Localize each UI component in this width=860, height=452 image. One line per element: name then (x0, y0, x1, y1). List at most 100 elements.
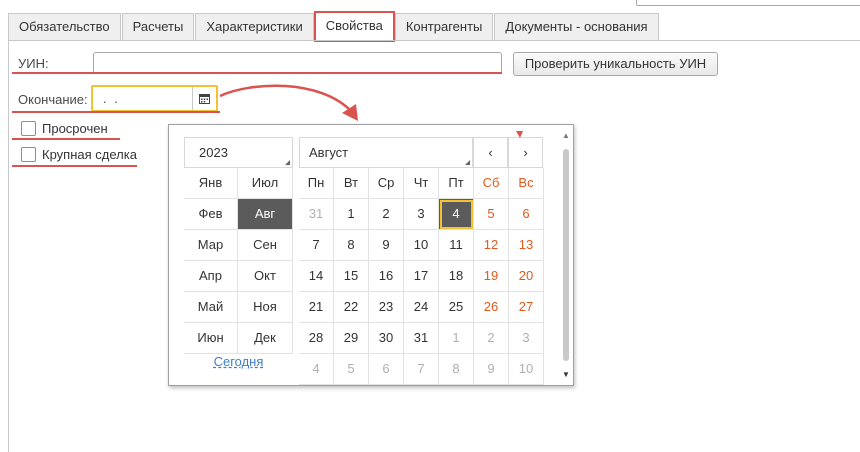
day-cell[interactable]: 2 (369, 199, 404, 230)
month-cell[interactable]: Окт (238, 261, 293, 292)
weekday-header: Вс (509, 168, 544, 199)
tab-panel-left-border (8, 40, 9, 452)
day-cell[interactable]: 21 (299, 292, 334, 323)
day-cell[interactable]: 5 (334, 354, 369, 385)
month-value: Август (309, 145, 349, 160)
weekday-header: Пт (439, 168, 474, 199)
day-cell[interactable]: 31 (299, 199, 334, 230)
big-deal-checkbox[interactable] (21, 147, 36, 162)
day-cell[interactable]: 4 (299, 354, 334, 385)
month-cell[interactable]: Фев (184, 199, 238, 230)
weekday-header: Пн (299, 168, 334, 199)
day-cell[interactable]: 8 (439, 354, 474, 385)
day-cell[interactable]: 9 (474, 354, 509, 385)
weekday-header: Сб (474, 168, 509, 199)
day-cell[interactable]: 5 (474, 199, 509, 230)
day-cell[interactable]: 19 (474, 261, 509, 292)
weekday-header: Чт (404, 168, 439, 199)
end-date-value: . . (103, 91, 120, 106)
tab-obligation[interactable]: Обязательство (8, 13, 121, 40)
day-cell[interactable]: 1 (334, 199, 369, 230)
month-cell[interactable]: Сен (238, 230, 293, 261)
uin-label: УИН: (18, 56, 49, 71)
prev-month-button[interactable]: ‹ (473, 137, 508, 168)
day-cell[interactable]: 9 (369, 230, 404, 261)
day-cell[interactable]: 18 (439, 261, 474, 292)
day-cell[interactable]: 2 (474, 323, 509, 354)
scroll-down-icon[interactable]: ▼ (562, 370, 570, 379)
day-cell[interactable]: 31 (404, 323, 439, 354)
month-cell[interactable]: Мар (184, 230, 238, 261)
day-cell[interactable]: 24 (404, 292, 439, 323)
day-cell[interactable]: 6 (509, 199, 544, 230)
tab-properties[interactable]: Свойства (313, 11, 395, 42)
dropdown-corner-icon (285, 160, 290, 165)
tab-settlements[interactable]: Расчеты (121, 13, 195, 40)
month-cell[interactable]: Ноя (238, 292, 293, 323)
scrollbar-thumb[interactable] (563, 149, 569, 361)
month-cell[interactable]: Май (184, 292, 238, 323)
tab-characteristics[interactable]: Характеристики (195, 13, 314, 40)
end-date-label: Окончание: (18, 92, 88, 107)
day-cell[interactable]: 26 (474, 292, 509, 323)
scroll-up-icon[interactable]: ▲ (562, 131, 570, 140)
day-cell[interactable]: 6 (369, 354, 404, 385)
day-cell[interactable]: 7 (299, 230, 334, 261)
month-cell[interactable]: Янв (184, 168, 238, 199)
day-cell[interactable]: 10 (404, 230, 439, 261)
day-cell[interactable]: 14 (299, 261, 334, 292)
top-field[interactable] (636, 0, 860, 6)
day-cell[interactable]: 3 (509, 323, 544, 354)
month-selector[interactable]: Август (299, 137, 473, 168)
month-cell[interactable]: Июл (238, 168, 293, 199)
annotation-underline-big-deal (12, 165, 137, 167)
next-month-button[interactable]: › (508, 137, 543, 168)
day-cell[interactable]: 8 (334, 230, 369, 261)
month-cell[interactable]: Апр (184, 261, 238, 292)
day-cell[interactable]: 28 (299, 323, 334, 354)
day-cell[interactable]: 16 (369, 261, 404, 292)
month-grid: Янв Июл Фев Авг Мар Сен Апр Окт Май Ноя Июн Дек (184, 168, 293, 354)
popup-scrollbar[interactable]: ▲ ▼ (562, 131, 570, 379)
day-cell[interactable]: 4 (439, 199, 474, 230)
day-cell[interactable]: 11 (439, 230, 474, 261)
day-cell[interactable]: 30 (369, 323, 404, 354)
today-link[interactable]: Сегодня (184, 354, 293, 369)
tab-base-documents[interactable]: Документы - основания (494, 13, 659, 40)
month-cell[interactable]: Дек (238, 323, 293, 354)
day-cell[interactable]: 10 (509, 354, 544, 385)
day-cell[interactable]: 20 (509, 261, 544, 292)
tab-counterparties[interactable]: Контрагенты (394, 13, 494, 40)
annotation-underline-uin (12, 72, 502, 74)
dropdown-corner-icon (465, 160, 470, 165)
day-cell[interactable]: 12 (474, 230, 509, 261)
day-cell[interactable]: 1 (439, 323, 474, 354)
overdue-checkbox[interactable] (21, 121, 36, 136)
day-cell[interactable]: 17 (404, 261, 439, 292)
year-value: 2023 (199, 145, 228, 160)
date-picker-popup: 2023 Янв Июл Фев Авг Мар Сен Апр Окт Май Ноя Июн Де… (168, 124, 574, 386)
check-uin-button[interactable]: Проверить уникальность УИН (513, 52, 718, 76)
day-cell[interactable]: 13 (509, 230, 544, 261)
big-deal-label: Крупная сделка (42, 147, 137, 162)
uin-input[interactable] (93, 52, 502, 74)
day-cell[interactable]: 23 (369, 292, 404, 323)
annotation-underline-overdue (12, 138, 120, 140)
calendar-icon (199, 94, 210, 104)
end-date-input[interactable]: . . (91, 85, 218, 112)
calendar-button[interactable] (192, 87, 216, 110)
weekday-header: Ср (369, 168, 404, 199)
day-cell[interactable]: 7 (404, 354, 439, 385)
month-cell[interactable]: Июн (184, 323, 238, 354)
day-cell[interactable]: 15 (334, 261, 369, 292)
day-cell[interactable]: 29 (334, 323, 369, 354)
year-selector[interactable]: 2023 (184, 137, 293, 168)
month-cell[interactable]: Авг (238, 199, 293, 230)
day-cell[interactable]: 25 (439, 292, 474, 323)
day-cell[interactable]: 27 (509, 292, 544, 323)
weekday-header: Вт (334, 168, 369, 199)
day-cell[interactable]: 22 (334, 292, 369, 323)
day-cell[interactable]: 3 (404, 199, 439, 230)
day-grid: Пн Вт Ср Чт Пт Сб Вс 31 1 2 3 4 5 6 7 8 9 10 11 12 13 14 15 16 1… (299, 168, 544, 385)
tab-panel-border (8, 40, 860, 41)
